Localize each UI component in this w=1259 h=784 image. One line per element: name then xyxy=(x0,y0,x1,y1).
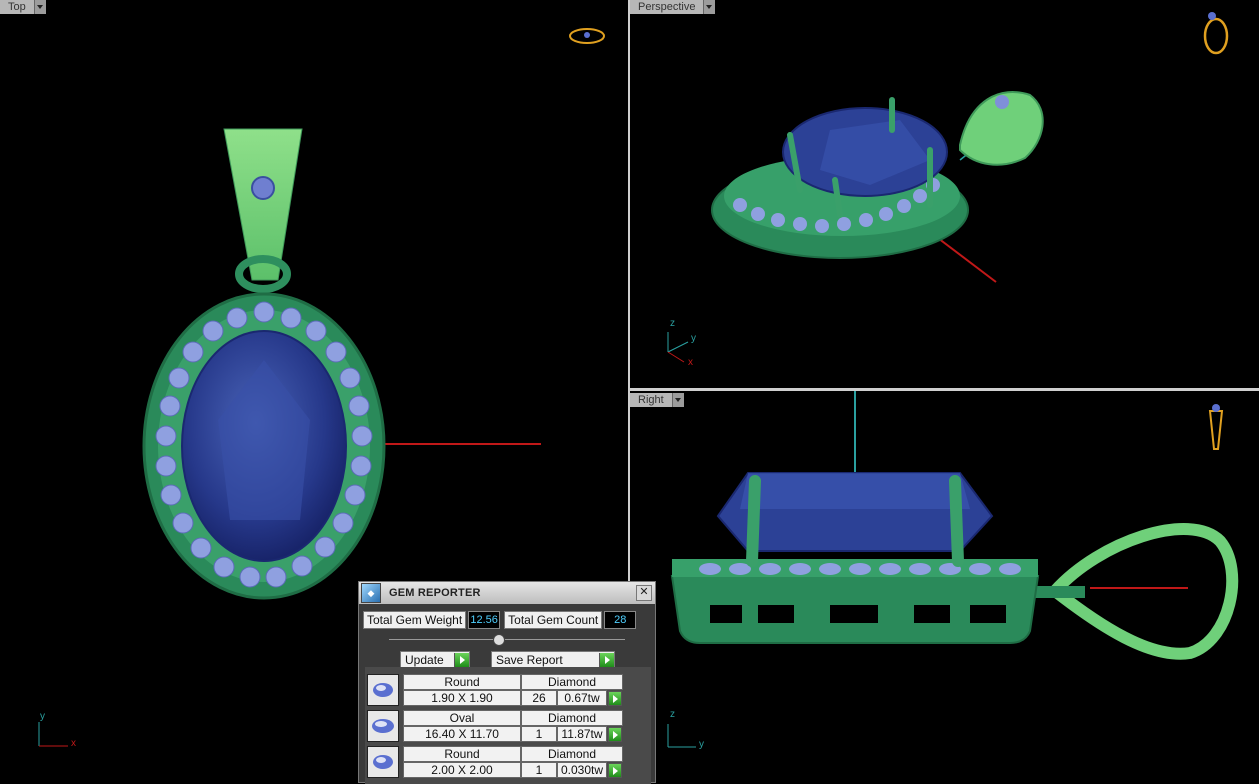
gem-shape: Round xyxy=(403,746,521,762)
gem-reporter-titlebar[interactable]: ◆ GEM REPORTER ✕ xyxy=(359,582,655,604)
gem-weight: 0.030tw xyxy=(557,762,607,778)
gem-reporter-logo-icon: ◆ xyxy=(361,583,381,603)
viewport-perspective[interactable]: z y x Perspective xyxy=(630,0,1259,388)
viewport-right-menu[interactable]: Right xyxy=(630,393,684,407)
gem-material: Diamond xyxy=(521,746,623,762)
gem-reporter-title: GEM REPORTER xyxy=(389,587,481,599)
chevron-down-icon[interactable] xyxy=(671,393,684,407)
gem-count: 26 xyxy=(521,690,557,706)
gem-stats: Total Gem Weight 12.56 Total Gem Count 2… xyxy=(363,611,651,629)
viewport-top-label: Top xyxy=(0,0,34,14)
oval-gem-icon xyxy=(367,710,399,742)
axis-y-label: y xyxy=(699,739,704,750)
viewport-perspective-label: Perspective xyxy=(630,0,704,14)
viewport-right-label: Right xyxy=(630,393,672,407)
axis-y-label: y xyxy=(40,711,45,722)
gem-list-item[interactable]: Round Diamond 1.90 X 1.90 26 0.67tw xyxy=(367,673,627,707)
axis-z-label: z xyxy=(670,318,675,329)
axis-x-label: x xyxy=(688,357,693,368)
total-gem-count-label: Total Gem Count xyxy=(504,611,603,629)
splitter-handle[interactable] xyxy=(493,634,505,646)
round-gem-icon xyxy=(367,674,399,706)
gem-reporter-panel[interactable]: ◆ GEM REPORTER ✕ Total Gem Weight 12.56 … xyxy=(358,581,656,784)
chevron-down-icon[interactable] xyxy=(33,0,46,14)
gem-row-select-button[interactable] xyxy=(608,763,622,778)
perspective-view-scene xyxy=(667,12,1229,363)
gem-weight: 11.87tw xyxy=(557,726,607,742)
gem-row-select-button[interactable] xyxy=(608,691,622,706)
viewport-top-menu[interactable]: Top xyxy=(0,0,46,14)
splitter-track xyxy=(389,639,625,640)
viewport-right[interactable]: z y Right xyxy=(630,391,1259,783)
axis-x-label: x xyxy=(71,738,76,749)
total-gem-count-value: 28 xyxy=(604,611,637,629)
round-gem-icon xyxy=(367,746,399,778)
gem-count: 1 xyxy=(521,726,557,742)
panel-splitter[interactable] xyxy=(389,633,625,647)
save-report-button-label: Save Report xyxy=(496,653,563,667)
gem-weight: 0.67tw xyxy=(557,690,607,706)
gem-count: 1 xyxy=(521,762,557,778)
gem-size: 16.40 X 11.70 xyxy=(403,726,521,742)
viewport-perspective-menu[interactable]: Perspective xyxy=(630,0,716,14)
gem-shape: Round xyxy=(403,674,521,690)
gem-material: Diamond xyxy=(521,710,623,726)
gem-shape: Oval xyxy=(403,710,521,726)
close-icon[interactable]: ✕ xyxy=(636,585,652,601)
chevron-down-icon[interactable] xyxy=(703,0,716,14)
update-button-label: Update xyxy=(405,653,444,667)
play-icon xyxy=(454,653,469,667)
gem-list-item[interactable]: Oval Diamond 16.40 X 11.70 1 11.87tw xyxy=(367,709,627,743)
gem-row-select-button[interactable] xyxy=(608,727,622,742)
axis-z-label: z xyxy=(670,709,675,720)
gem-material: Diamond xyxy=(521,674,623,690)
gem-list-item[interactable]: Round Diamond 2.00 X 2.00 1 0.030tw xyxy=(367,745,627,779)
gem-list[interactable]: Round Diamond 1.90 X 1.90 26 0.67tw Oval… xyxy=(365,667,651,784)
total-gem-weight-value: 12.56 xyxy=(468,611,501,629)
right-view-scene xyxy=(667,391,1239,748)
gem-size: 2.00 X 2.00 xyxy=(403,762,521,778)
gem-size: 1.90 X 1.90 xyxy=(403,690,521,706)
play-icon xyxy=(599,653,614,667)
axis-y-label: y xyxy=(691,333,696,344)
total-gem-weight-label: Total Gem Weight xyxy=(363,611,467,629)
